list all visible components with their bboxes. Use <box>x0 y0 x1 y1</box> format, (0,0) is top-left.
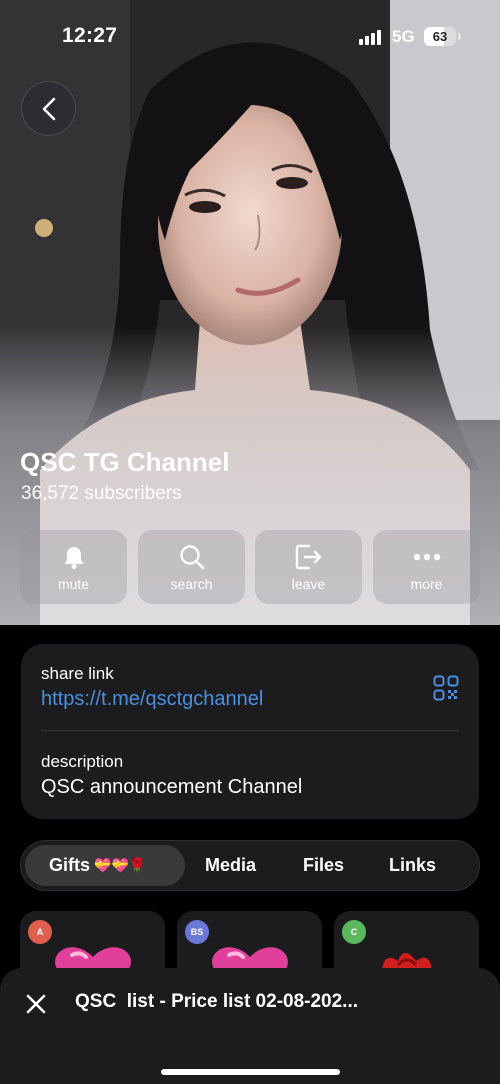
channel-title: QSC TG Channel <box>20 447 230 477</box>
status-time: 12:27 <box>62 24 118 47</box>
signal-icon <box>359 30 383 45</box>
back-button[interactable] <box>21 81 76 136</box>
more-label: more <box>410 576 443 592</box>
leave-icon <box>295 544 323 570</box>
tab-files[interactable]: Files <box>303 841 344 890</box>
tab-media[interactable]: Media <box>205 841 256 890</box>
description-text: QSC announcement Channel <box>41 776 303 798</box>
network-type: 5G <box>392 27 415 46</box>
tab-gifts[interactable]: Gifts 💝💝🌹 <box>25 845 185 886</box>
sender-avatar: BS <box>185 920 209 944</box>
search-icon <box>179 544 205 570</box>
mute-label: mute <box>57 576 90 592</box>
action-buttons: mute search leave more <box>20 530 480 604</box>
chevron-left-icon <box>42 97 55 120</box>
share-link-label: share link <box>41 664 114 683</box>
description-label: description <box>41 752 124 771</box>
sender-avatar: A <box>28 920 52 944</box>
media-tabs: Gifts 💝💝🌹 Media Files Links <box>20 840 480 891</box>
more-button[interactable]: more <box>373 530 480 604</box>
profile-hero: 12:27 5G 63 QSC TG Channel 36,572 subscr… <box>0 0 500 625</box>
share-link-url[interactable]: https://t.me/qsctgchannel <box>41 688 263 711</box>
search-label: search <box>170 576 213 592</box>
home-indicator <box>161 1069 340 1075</box>
battery-level: 63 <box>432 29 448 44</box>
qr-code-icon[interactable] <box>433 675 459 701</box>
battery-icon: 63 <box>424 27 456 46</box>
leave-button[interactable]: leave <box>255 530 362 604</box>
search-button[interactable]: search <box>138 530 245 604</box>
mute-button[interactable]: mute <box>20 530 127 604</box>
info-divider <box>41 730 459 731</box>
bell-icon <box>63 544 85 570</box>
tab-gifts-label: Gifts <box>49 855 91 875</box>
subscriber-count: 36,572 subscribers <box>21 483 182 504</box>
status-bar: 12:27 5G 63 <box>0 0 500 74</box>
now-playing-bar: QSC list - Price list 02-08-202... <box>0 968 500 1084</box>
battery-tip <box>458 33 461 40</box>
tab-links[interactable]: Links <box>389 841 436 890</box>
leave-label: leave <box>291 576 326 592</box>
channel-info-card: share link https://t.me/qsctgchannel des… <box>21 644 479 819</box>
close-icon[interactable] <box>24 992 48 1016</box>
tab-gifts-emoji: 💝💝🌹 <box>94 857 147 873</box>
more-dots-icon <box>413 544 441 570</box>
sender-avatar: C <box>342 920 366 944</box>
now-playing-title[interactable]: QSC list - Price list 02-08-202... <box>75 991 358 1013</box>
